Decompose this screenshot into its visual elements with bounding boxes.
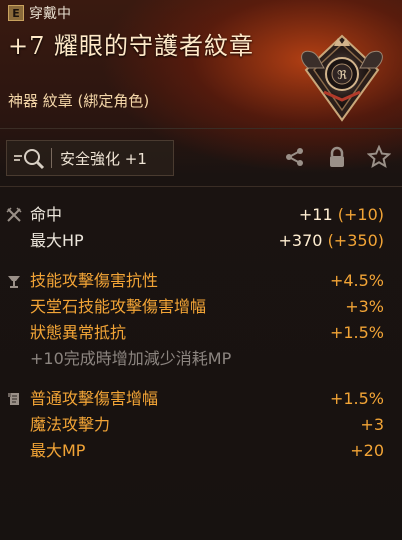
stat-value: +370 (+350) xyxy=(278,231,384,250)
stat-value: +3% xyxy=(345,297,384,316)
stat-label: 天堂石技能攻擊傷害增幅 xyxy=(30,297,207,316)
lock-icon[interactable] xyxy=(324,144,350,170)
stat-label: 最大MP xyxy=(30,441,86,460)
magnify-icon[interactable] xyxy=(7,141,51,175)
stat-row-heavenstone-skill-damage: 天堂石技能攻擊傷害增幅 +3% xyxy=(0,294,402,320)
safe-enhance-label: 安全強化 +1 xyxy=(60,149,147,168)
stat-value: +20 xyxy=(350,441,384,460)
stat-label: 命中 xyxy=(30,205,63,224)
toolbar-divider xyxy=(0,186,402,187)
chalice-icon xyxy=(8,276,20,288)
enhance-bonus-note: +10完成時增加減少消耗MP xyxy=(0,346,402,372)
stat-row-skill-damage-resist: 技能攻擊傷害抗性 +4.5% xyxy=(0,268,402,294)
stat-label: 普通攻擊傷害增幅 xyxy=(30,389,159,408)
toolbar-separator xyxy=(51,148,52,168)
item-type: 神器 紋章 (綁定角色) xyxy=(8,92,150,110)
star-icon[interactable] xyxy=(366,144,392,170)
stat-label: 魔法攻擊力 xyxy=(30,415,111,434)
stat-label: 狀態異常抵抗 xyxy=(30,323,127,342)
tooltip-actions xyxy=(282,144,392,170)
equipped-label: 穿戴中 xyxy=(29,6,71,22)
safe-enhance-button[interactable]: 安全強化 +1 xyxy=(6,140,174,176)
equipped-badge: E 穿戴中 xyxy=(8,4,71,22)
svg-text:ℜ: ℜ xyxy=(337,68,347,82)
share-icon[interactable] xyxy=(282,144,308,170)
stat-value: +4.5% xyxy=(329,271,384,290)
stat-row-max-mp: 最大MP +20 xyxy=(0,438,402,464)
stats-section: 命中 +11 (+10) 最大HP +370 (+350) 技能攻擊傷害抗性 +… xyxy=(0,202,402,464)
guardian-emblem-icon: ℜ xyxy=(301,34,383,122)
item-title: +7 耀眼的守護者紋章 xyxy=(8,32,255,60)
stat-row-accuracy: 命中 +11 (+10) xyxy=(0,202,402,228)
equipped-e-icon: E xyxy=(8,5,24,21)
stat-value: +1.5% xyxy=(329,389,384,408)
scroll-icon xyxy=(8,393,19,405)
stat-value: +3 xyxy=(360,415,384,434)
stat-row-max-hp: 最大HP +370 (+350) xyxy=(0,228,402,254)
stat-row-basic-attack-damage: 普通攻擊傷害增幅 +1.5% xyxy=(0,386,402,412)
note-label: +10完成時增加減少消耗MP xyxy=(30,349,232,368)
stat-row-magic-attack: 魔法攻擊力 +3 xyxy=(0,412,402,438)
stat-label: 最大HP xyxy=(30,231,84,250)
stat-value: +1.5% xyxy=(329,323,384,342)
crossed-swords-icon xyxy=(6,207,22,222)
stat-row-status-resist: 狀態異常抵抗 +1.5% xyxy=(0,320,402,346)
header-divider xyxy=(0,128,402,129)
stat-value: +11 (+10) xyxy=(298,205,384,224)
stat-label: 技能攻擊傷害抗性 xyxy=(30,271,159,290)
